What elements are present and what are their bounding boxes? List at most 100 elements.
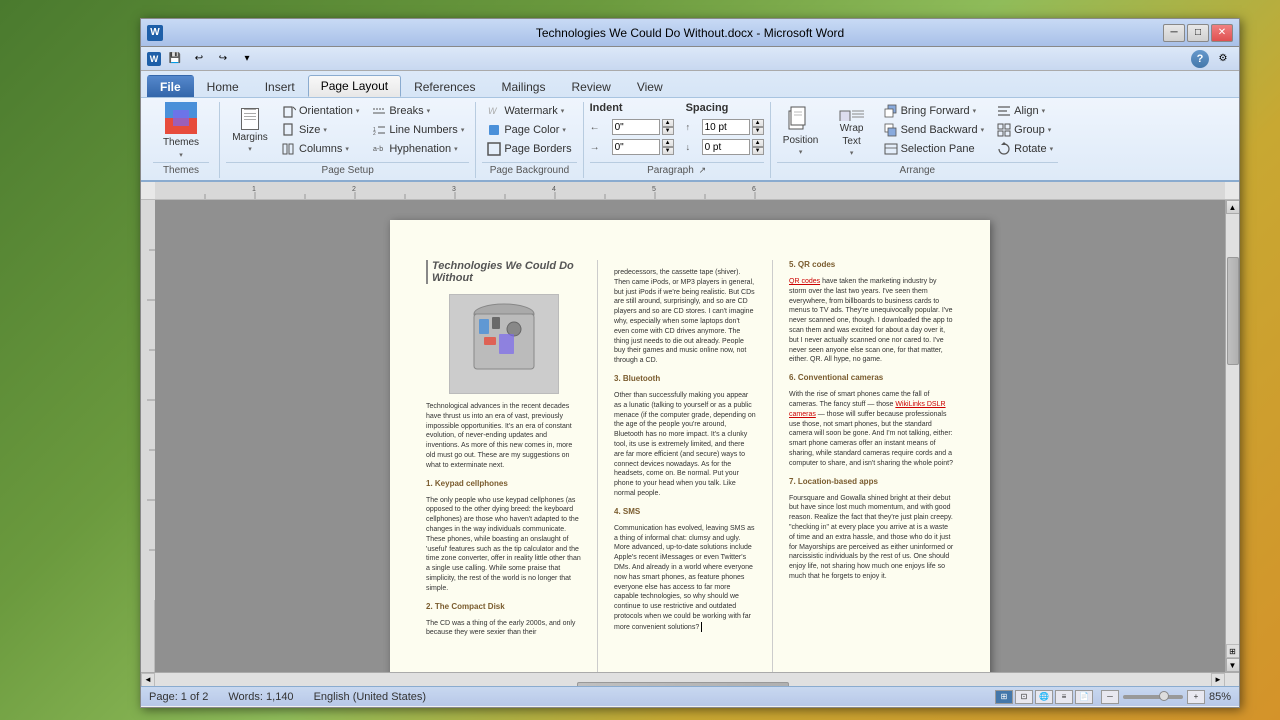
- draft-button[interactable]: 📄: [1075, 690, 1093, 704]
- language: English (United States): [314, 691, 427, 703]
- spacing-after-input[interactable]: 0 pt: [702, 139, 750, 155]
- text-cursor: [701, 622, 702, 632]
- size-button[interactable]: Size ▾: [277, 121, 364, 139]
- tab-review[interactable]: Review: [558, 75, 623, 97]
- position-button[interactable]: Position ▾: [777, 102, 825, 158]
- spacing-before-down[interactable]: ▼: [752, 127, 764, 135]
- h-scroll-thumb[interactable]: [577, 682, 788, 687]
- horizontal-ruler: 1 2 3 4 5 6: [141, 182, 1239, 200]
- selection-pane-button[interactable]: Selection Pane: [879, 140, 990, 158]
- wrap-text-button[interactable]: Wrap Text ▾: [828, 102, 876, 158]
- indent-spacing-container: Indent ← 0" ▲ ▼: [590, 102, 764, 156]
- vertical-ruler-svg: [141, 200, 155, 600]
- word-icon: W: [147, 25, 163, 41]
- themes-dropdown-arrow: ▾: [179, 151, 183, 159]
- tab-home[interactable]: Home: [194, 75, 252, 97]
- indent-right-input[interactable]: 0": [612, 139, 660, 155]
- spacing-before-spinner[interactable]: ▲ ▼: [752, 119, 764, 135]
- outline-button[interactable]: ≡: [1055, 690, 1073, 704]
- svg-text:3: 3: [452, 186, 456, 193]
- qat-undo-button[interactable]: ↩: [189, 50, 209, 68]
- qat-customize-button[interactable]: ▾: [237, 50, 257, 68]
- spacing-after-down[interactable]: ▼: [752, 147, 764, 155]
- qat-options-button[interactable]: ⚙: [1213, 50, 1233, 68]
- indent-right-down[interactable]: ▼: [662, 147, 674, 155]
- indent-left-down[interactable]: ▼: [662, 127, 674, 135]
- spacing-before-input[interactable]: 10 pt: [702, 119, 750, 135]
- section4-heading: 4. SMS: [614, 507, 756, 516]
- zoom-thumb[interactable]: [1159, 691, 1169, 701]
- print-layout-button[interactable]: ⊞: [995, 690, 1013, 704]
- watermark-button[interactable]: W Watermark ▾: [482, 102, 576, 120]
- page-color-button[interactable]: Page Color ▾: [482, 121, 576, 139]
- vertical-scrollbar[interactable]: ▲ ⊞ ▼: [1225, 200, 1239, 672]
- maximize-button[interactable]: □: [1187, 24, 1209, 42]
- breaks-button[interactable]: Breaks ▾: [367, 102, 469, 120]
- zoom-out-button[interactable]: ─: [1101, 690, 1119, 704]
- group-button[interactable]: Group ▾: [992, 121, 1058, 139]
- tab-references[interactable]: References: [401, 75, 488, 97]
- tab-insert[interactable]: Insert: [252, 75, 308, 97]
- tab-view[interactable]: View: [624, 75, 676, 97]
- spacing-before-up[interactable]: ▲: [752, 119, 764, 127]
- line-numbers-button[interactable]: 12 Line Numbers ▾: [367, 121, 469, 139]
- minimize-button[interactable]: ─: [1163, 24, 1185, 42]
- spacing-after-row: ↓ 0 pt ▲ ▼: [686, 138, 764, 156]
- web-layout-button[interactable]: 🌐: [1035, 690, 1053, 704]
- themes-button[interactable]: Themes ▾: [153, 102, 209, 158]
- tab-file[interactable]: File: [147, 75, 194, 97]
- wrap-text-label: Wrap: [840, 123, 864, 134]
- word-window: W Technologies We Could Do Without.docx …: [140, 18, 1240, 708]
- page-background-content: W Watermark ▾ Page Color ▾ Page Borders: [482, 102, 576, 160]
- rotate-arrow: ▾: [1050, 145, 1054, 153]
- indent-right-spinner[interactable]: ▲ ▼: [662, 139, 674, 155]
- bring-forward-button[interactable]: Bring Forward ▾: [879, 102, 990, 120]
- scroll-track[interactable]: [1226, 214, 1240, 644]
- section7-heading: 7. Location-based apps: [789, 477, 954, 486]
- rotate-button[interactable]: Rotate ▾: [992, 140, 1058, 158]
- margins-button[interactable]: Margins ▾: [226, 102, 274, 158]
- full-screen-button[interactable]: ⊡: [1015, 690, 1033, 704]
- section1-text: The only people who use keypad cellphone…: [426, 496, 581, 594]
- horizontal-scrollbar[interactable]: ◄ ►: [141, 672, 1239, 686]
- page-background-group-label: Page Background: [482, 162, 576, 178]
- svg-text:1: 1: [252, 186, 256, 193]
- indent-left-spinner[interactable]: ▲ ▼: [662, 119, 674, 135]
- zoom-in-button[interactable]: +: [1187, 690, 1205, 704]
- zoom-slider[interactable]: [1123, 695, 1183, 699]
- columns-button[interactable]: Columns ▾: [277, 140, 364, 158]
- indent-right-up[interactable]: ▲: [662, 139, 674, 147]
- page-borders-icon: [487, 142, 501, 156]
- hyphenation-button[interactable]: a-b Hyphenation ▾: [367, 140, 469, 158]
- qat-redo-button[interactable]: ↪: [213, 50, 233, 68]
- scroll-expand-button[interactable]: ⊞: [1226, 644, 1240, 658]
- page-borders-button[interactable]: Page Borders: [482, 140, 576, 158]
- align-button[interactable]: Align ▾: [992, 102, 1058, 120]
- doc-scroll-content[interactable]: Technologies We Could Do Without: [155, 200, 1225, 672]
- close-button[interactable]: ✕: [1211, 24, 1233, 42]
- indent-left-up[interactable]: ▲: [662, 119, 674, 127]
- qat-save-button[interactable]: 💾: [165, 50, 185, 68]
- page-setup-group-label: Page Setup: [226, 162, 469, 178]
- indent-left-input[interactable]: 0": [612, 119, 660, 135]
- help-button[interactable]: ?: [1191, 50, 1209, 68]
- watermark-label: Watermark: [504, 105, 557, 117]
- paragraph-dialog-launcher[interactable]: ↗: [699, 165, 707, 175]
- margins-dropdown: ▾: [248, 145, 252, 153]
- h-scroll-right[interactable]: ►: [1211, 673, 1225, 687]
- align-arrow: ▾: [1042, 107, 1046, 115]
- scroll-down-button[interactable]: ▼: [1226, 658, 1240, 672]
- selection-pane-icon: [884, 142, 898, 156]
- send-backward-button[interactable]: Send Backward ▾: [879, 121, 990, 139]
- spacing-after-up[interactable]: ▲: [752, 139, 764, 147]
- orientation-button[interactable]: Orientation ▾: [277, 102, 364, 120]
- doc-right-column: 5. QR codes QR codes have taken the mark…: [789, 260, 954, 672]
- scroll-thumb[interactable]: [1227, 257, 1239, 365]
- spacing-after-spinner[interactable]: ▲ ▼: [752, 139, 764, 155]
- tab-page-layout[interactable]: Page Layout: [308, 75, 401, 97]
- send-backward-arrow: ▾: [981, 126, 985, 134]
- page-borders-label: Page Borders: [504, 143, 571, 155]
- tab-mailings[interactable]: Mailings: [488, 75, 558, 97]
- scroll-up-button[interactable]: ▲: [1226, 200, 1240, 214]
- h-scroll-left[interactable]: ◄: [141, 673, 155, 687]
